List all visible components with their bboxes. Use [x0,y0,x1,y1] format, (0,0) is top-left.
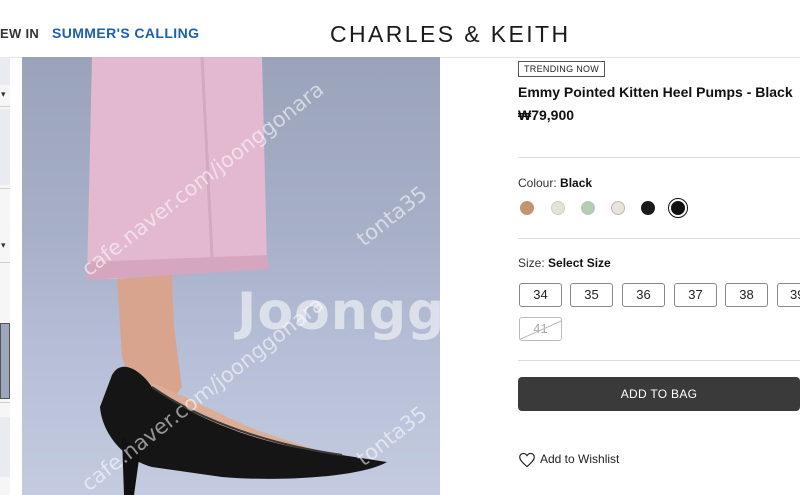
thumbnail-1[interactable] [0,57,10,85]
product-hero-image: Joonggo cafe.naver.com/joonggonara tonta… [22,57,440,495]
black-pump-shoe [100,366,387,479]
divider [518,360,800,361]
size-prompt: Select Size [548,256,611,270]
chevron-down-icon[interactable]: ▾ [1,240,6,251]
product-title: Emmy Pointed Kitten Heel Pumps - Black [518,84,793,100]
add-to-wishlist-link[interactable]: Add to Wishlist [518,452,619,468]
add-to-bag-button[interactable]: ADD TO BAG [518,377,800,411]
size-option-39[interactable]: 39 [777,283,800,307]
thumbnail-divider [0,188,10,189]
thumbnail-divider [0,402,10,403]
swatch-tan[interactable] [520,201,534,215]
size-option-41-unavailable: 41 [519,317,562,341]
product-price: ₩79,900 [518,107,575,123]
swatch-sage[interactable] [581,201,595,215]
selected-colour: Black [560,176,593,190]
divider [518,238,800,239]
wishlist-label: Add to Wishlist [540,452,620,467]
thumbnail-divider [0,262,10,263]
chevron-down-icon[interactable]: ▾ [1,89,6,100]
thumbnail-2[interactable] [0,109,10,185]
trending-badge: TRENDING NOW [518,61,606,77]
size-option-36[interactable]: 36 [622,283,665,307]
nav-summers-calling[interactable]: SUMMER'S CALLING [52,25,199,41]
size-option-35[interactable]: 35 [570,283,613,307]
thumbnail-active[interactable] [0,323,10,399]
size-label: Size: Select Size [518,256,611,270]
swatch-black-alt[interactable] [641,201,655,215]
thumbnail-divider [0,106,10,107]
heart-icon [519,452,535,468]
colour-label: Colour: Black [518,176,592,190]
thumbnail-strip: ▾ ▾ [0,57,10,495]
size-option-38[interactable]: 38 [725,283,768,307]
swatch-cream[interactable] [551,201,565,215]
thumbnail-4[interactable] [0,417,10,477]
divider [518,157,800,158]
product-illustration [87,57,387,495]
pink-trousers [87,57,267,279]
size-option-37[interactable]: 37 [674,283,717,307]
nav-new-in[interactable]: EW IN [0,26,39,41]
brand-logo[interactable]: CHARLES & KEITH [330,21,571,48]
colour-label-text: Colour: [518,176,557,190]
size-option-34[interactable]: 34 [519,283,562,307]
site-header: EW IN SUMMER'S CALLING CHARLES & KEITH [0,0,800,58]
size-label-text: Size: [518,256,545,270]
swatch-black[interactable] [671,201,685,215]
swatch-pattern[interactable] [611,201,625,215]
